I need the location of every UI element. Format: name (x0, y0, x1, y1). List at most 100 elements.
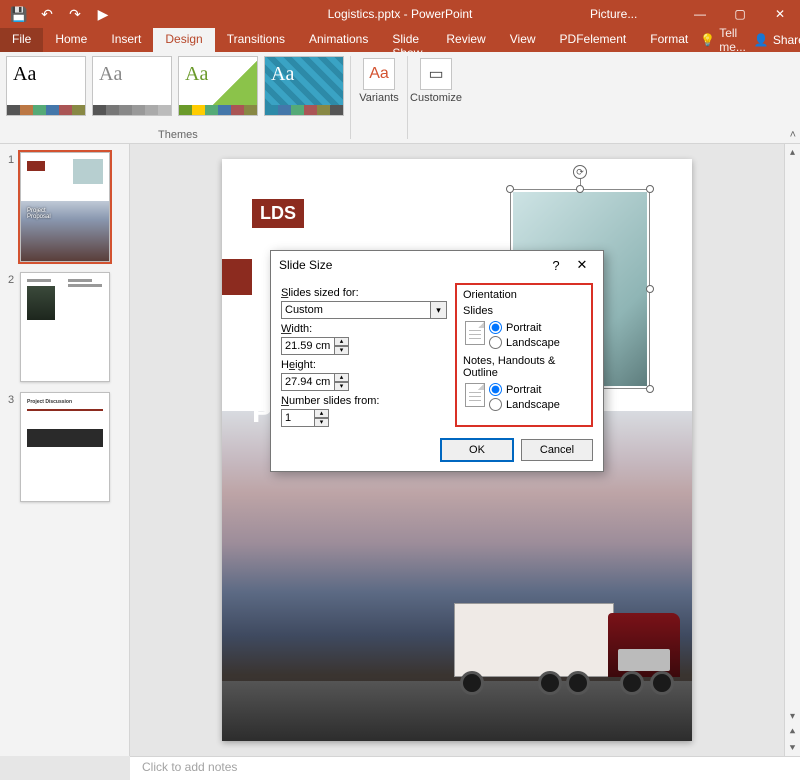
sized-for-combo[interactable]: ▾ (281, 301, 447, 319)
redo-button[interactable]: ↷ (62, 2, 88, 26)
slides-landscape-radio[interactable]: Landscape (489, 336, 585, 349)
vertical-scrollbar[interactable]: ▴ ▾ ⯅ ⯆ (784, 144, 800, 756)
lightbulb-icon: 💡 (700, 33, 715, 47)
tab-slideshow[interactable]: Slide Show (380, 28, 434, 52)
slide-thumbnail-1[interactable]: ProjectProposal (20, 152, 110, 262)
spin-down-icon[interactable]: ▾ (335, 346, 349, 355)
dialog-left-column: Slides sized for: ▾ Width: ▴▾ Height: ▴▾… (281, 283, 447, 427)
resize-handle[interactable] (576, 185, 584, 193)
spin-up-icon[interactable]: ▴ (335, 373, 349, 382)
spin-up-icon[interactable]: ▴ (335, 337, 349, 346)
thumbnail-row[interactable]: 1 ProjectProposal (8, 152, 129, 262)
undo-button[interactable]: ↶ (34, 2, 60, 26)
theme-thumb-4[interactable]: Aa (264, 56, 344, 116)
width-label: Width: (281, 323, 447, 335)
cancel-button[interactable]: Cancel (521, 439, 593, 461)
customize-label: Customize (408, 92, 464, 104)
window-controls: — ▢ ✕ (680, 0, 800, 28)
tab-pdfelement[interactable]: PDFelement (548, 28, 639, 52)
start-slideshow-button[interactable]: ▶ (90, 2, 116, 26)
scroll-up-icon[interactable]: ▴ (785, 144, 800, 160)
dropdown-icon[interactable]: ▾ (431, 301, 447, 319)
theme-aa-label: Aa (7, 57, 85, 92)
save-button[interactable]: 💾 (6, 2, 32, 26)
maximize-button[interactable]: ▢ (720, 0, 760, 28)
notes-portrait-radio[interactable]: Portrait (489, 383, 585, 396)
variants-label: Variants (351, 92, 407, 104)
tab-animations[interactable]: Animations (297, 28, 380, 52)
ribbon-tabs: File Home Insert Design Transitions Anim… (0, 28, 800, 52)
collapse-ribbon-button[interactable]: ˄ (790, 129, 796, 141)
dialog-title: Slide Size (279, 258, 332, 272)
rotate-handle-icon[interactable]: ⟳ (573, 165, 587, 179)
slide-thumbnail-pane[interactable]: 1 ProjectProposal 2 3 (0, 144, 130, 756)
person-icon: 👤 (754, 33, 769, 47)
quick-access-toolbar: 💾 ↶ ↷ ▶ (0, 0, 122, 28)
slide-thumbnail-3[interactable]: Project Discussion (20, 392, 110, 502)
tell-me-search[interactable]: 💡 Tell me... (700, 26, 746, 54)
theme-aa-label: Aa (179, 57, 257, 92)
spin-down-icon[interactable]: ▾ (335, 382, 349, 391)
thumbnail-row[interactable]: 3 Project Discussion (8, 392, 129, 502)
customize-icon: ▭ (420, 58, 452, 90)
width-input[interactable] (281, 337, 335, 355)
number-from-label: Number slides from: (281, 395, 447, 407)
theme-swatch-row (93, 105, 171, 115)
dialog-help-button[interactable]: ? (543, 258, 569, 273)
tab-file[interactable]: File (0, 28, 43, 52)
tab-view[interactable]: View (498, 28, 548, 52)
height-spinner[interactable]: ▴▾ (281, 373, 351, 391)
spin-up-icon[interactable]: ▴ (315, 409, 329, 418)
notes-pane[interactable]: Click to add notes (130, 756, 800, 780)
number-from-spinner[interactable]: ▴▾ (281, 409, 331, 427)
share-button[interactable]: 👤 Share (754, 33, 800, 47)
themes-group-label: Themes (158, 129, 198, 141)
slide-size-dialog: Slide Size ? ✕ Slides sized for: ▾ Width… (270, 250, 604, 472)
slides-portrait-radio[interactable]: Portrait (489, 321, 585, 334)
variants-button[interactable]: Aa Variants (351, 52, 407, 143)
dialog-titlebar[interactable]: Slide Size ? ✕ (271, 251, 603, 279)
scroll-down-icon[interactable]: ▾ (785, 708, 800, 724)
next-slide-icon[interactable]: ⯆ (785, 740, 800, 756)
notes-landscape-radio[interactable]: Landscape (489, 398, 585, 411)
tab-insert[interactable]: Insert (99, 28, 153, 52)
slide-thumbnail-2[interactable] (20, 272, 110, 382)
ok-button[interactable]: OK (441, 439, 513, 461)
tell-me-label: Tell me... (719, 26, 746, 54)
tab-home[interactable]: Home (43, 28, 99, 52)
resize-handle[interactable] (646, 185, 654, 193)
theme-thumb-1[interactable]: Aa (6, 56, 86, 116)
red-accent-shape (222, 259, 252, 295)
resize-handle[interactable] (646, 385, 654, 393)
tab-format[interactable]: Format (638, 28, 700, 52)
tab-design[interactable]: Design (153, 28, 214, 52)
customize-button[interactable]: ▭ Customize (408, 52, 464, 143)
theme-aa-label: Aa (265, 57, 343, 92)
theme-aa-label: Aa (93, 57, 171, 92)
tab-transitions[interactable]: Transitions (215, 28, 297, 52)
tab-review[interactable]: Review (434, 28, 497, 52)
dialog-close-button[interactable]: ✕ (569, 257, 595, 273)
thumbnail-row[interactable]: 2 (8, 272, 129, 382)
theme-thumb-2[interactable]: Aa (92, 56, 172, 116)
sized-for-label: Slides sized for: (281, 287, 447, 299)
thumbnail-number: 1 (8, 152, 20, 262)
minimize-button[interactable]: — (680, 0, 720, 28)
prev-slide-icon[interactable]: ⯅ (785, 724, 800, 740)
width-spinner[interactable]: ▴▾ (281, 337, 351, 355)
page-portrait-icon (465, 383, 485, 407)
theme-swatch-row (179, 105, 257, 115)
resize-handle[interactable] (646, 285, 654, 293)
height-input[interactable] (281, 373, 335, 391)
dialog-orientation-column: Orientation Slides Portrait Landscape No… (455, 283, 593, 427)
sized-for-input[interactable] (281, 301, 431, 319)
number-from-input[interactable] (281, 409, 315, 427)
resize-handle[interactable] (506, 185, 514, 193)
theme-thumb-3[interactable]: Aa (178, 56, 258, 116)
title-bar: 💾 ↶ ↷ ▶ Logistics.pptx - PowerPoint Pict… (0, 0, 800, 28)
spin-down-icon[interactable]: ▾ (315, 418, 329, 427)
theme-swatch-row (7, 105, 85, 115)
close-window-button[interactable]: ✕ (760, 0, 800, 28)
theme-swatch-row (265, 105, 343, 115)
variants-icon: Aa (363, 58, 395, 90)
